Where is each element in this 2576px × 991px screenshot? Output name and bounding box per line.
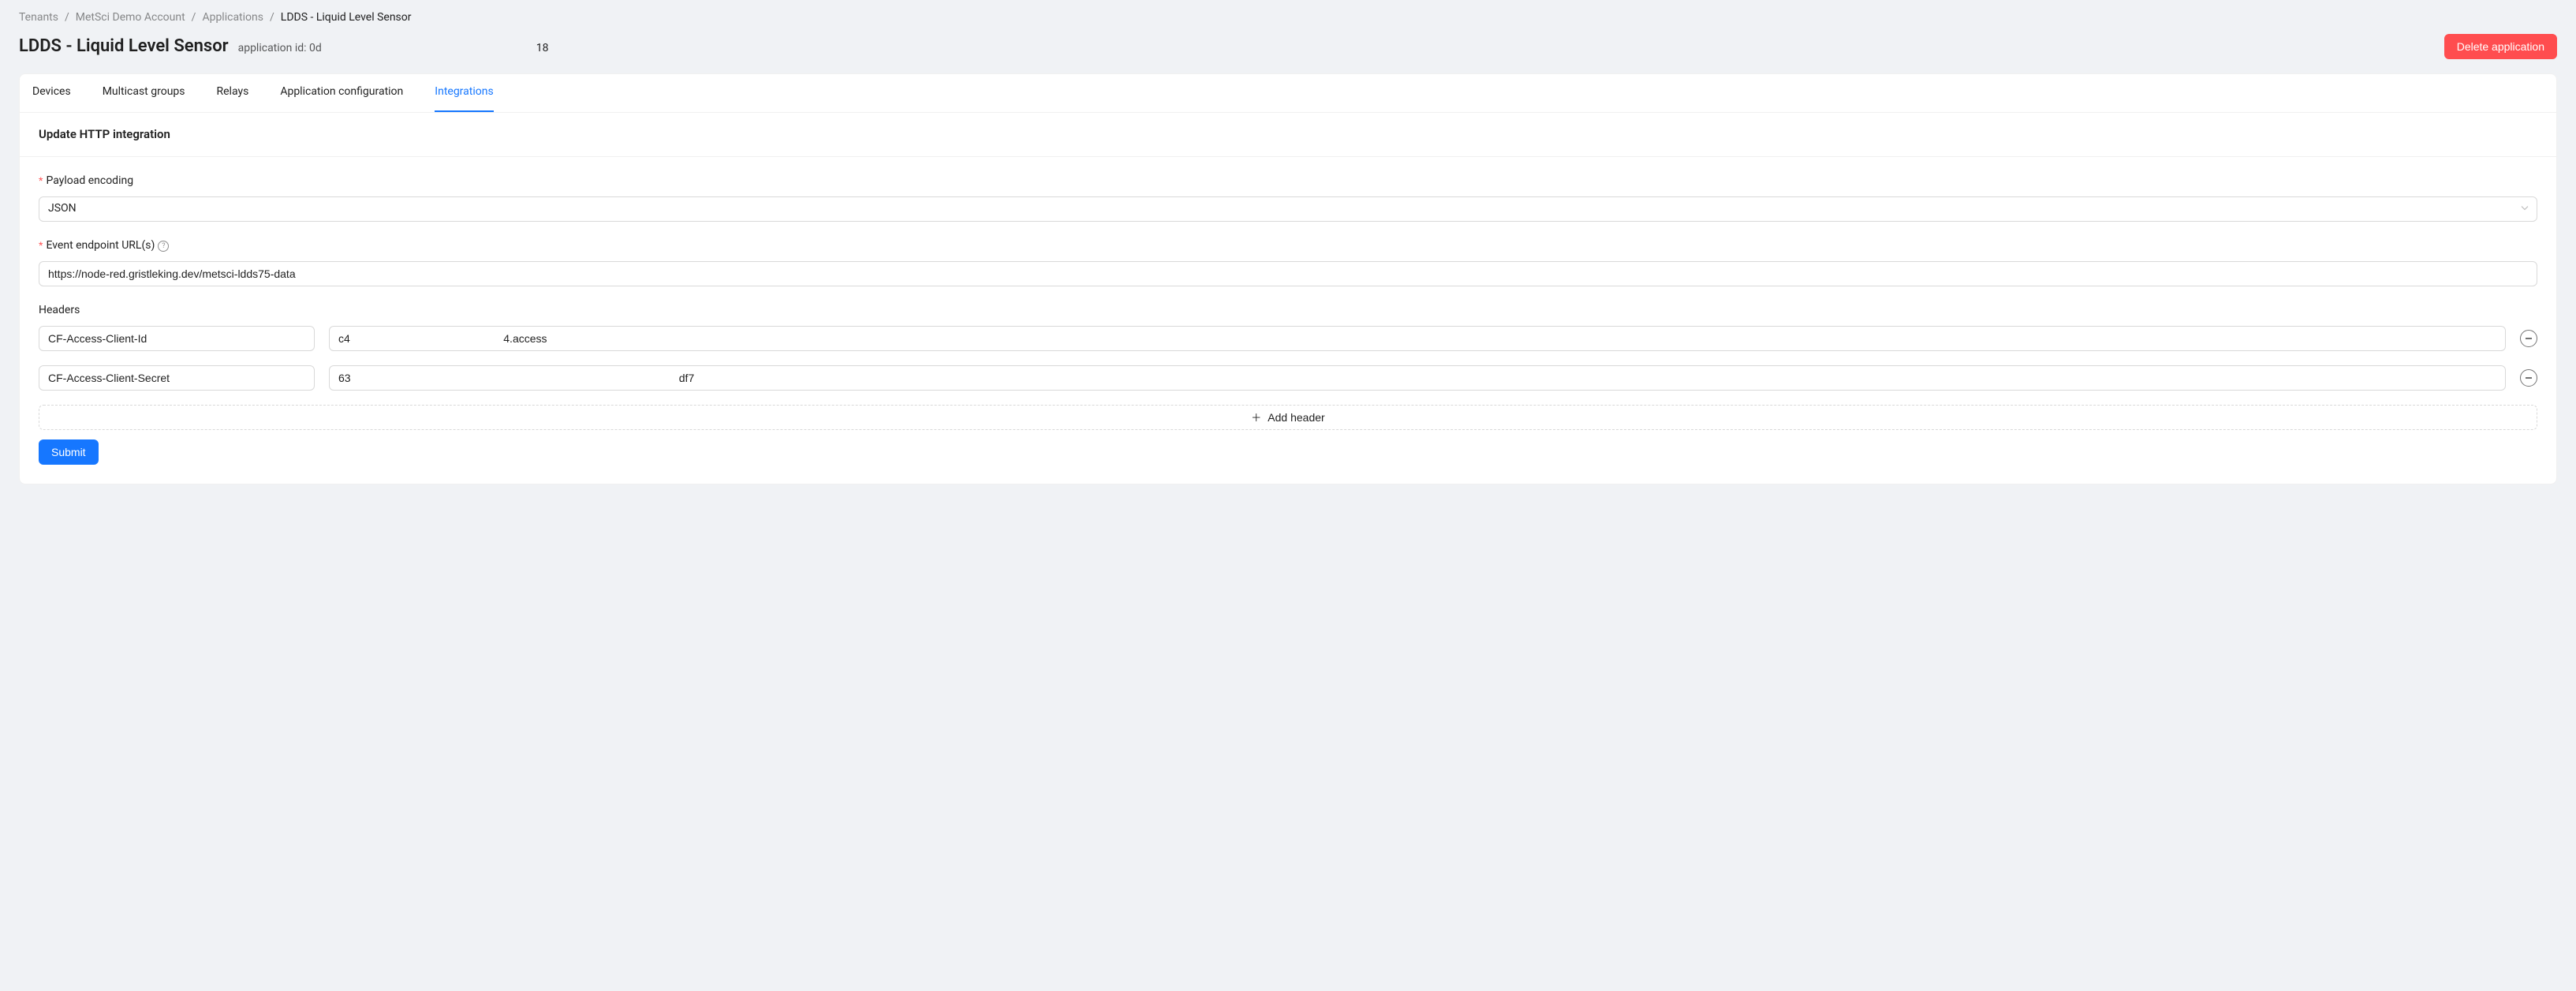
tab-application-configuration[interactable]: Application configuration xyxy=(280,74,403,112)
main-card: Devices Multicast groups Relays Applicat… xyxy=(19,73,2557,485)
required-mark: * xyxy=(39,237,43,255)
breadcrumb-applications[interactable]: Applications xyxy=(202,9,263,27)
breadcrumb-tenants[interactable]: Tenants xyxy=(19,9,58,27)
tab-integrations[interactable]: Integrations xyxy=(435,74,493,112)
header-key-input[interactable] xyxy=(39,326,315,351)
endpoint-url-label: Event endpoint URL(s) xyxy=(46,237,155,255)
submit-button[interactable]: Submit xyxy=(39,439,99,465)
payload-encoding-select[interactable]: JSON xyxy=(39,196,2537,222)
tab-devices[interactable]: Devices xyxy=(32,74,71,112)
headers-label: Headers xyxy=(39,302,80,320)
delete-application-button[interactable]: Delete application xyxy=(2444,34,2557,59)
header-row xyxy=(39,365,2537,391)
header-row xyxy=(39,326,2537,351)
header-key-input[interactable] xyxy=(39,365,315,391)
minus-icon xyxy=(2526,338,2532,339)
section-title: Update HTTP integration xyxy=(20,113,2556,158)
header-value-input[interactable] xyxy=(329,365,2506,391)
breadcrumb-separator: / xyxy=(270,9,274,27)
page-title: LDDS - Liquid Level Sensor xyxy=(19,33,229,61)
page-header: LDDS - Liquid Level Sensor application i… xyxy=(19,33,2557,61)
tab-multicast-groups[interactable]: Multicast groups xyxy=(103,74,185,112)
add-header-button[interactable]: ＋ Add header xyxy=(39,405,2537,430)
help-icon[interactable]: ? xyxy=(158,241,169,252)
breadcrumb: Tenants / MetSci Demo Account / Applicat… xyxy=(19,9,2557,27)
tabs: Devices Multicast groups Relays Applicat… xyxy=(20,74,2556,113)
remove-header-button[interactable] xyxy=(2520,369,2537,387)
required-mark: * xyxy=(39,173,43,190)
payload-encoding-field: * Payload encoding JSON xyxy=(39,173,2537,222)
breadcrumb-separator: / xyxy=(192,9,196,27)
minus-icon xyxy=(2526,377,2532,379)
header-extra-number: 18 xyxy=(536,40,549,58)
tab-relays[interactable]: Relays xyxy=(217,74,249,112)
plus-icon: ＋ xyxy=(1251,413,1261,423)
add-header-label: Add header xyxy=(1267,411,1324,424)
application-id-label: application id: 0d xyxy=(238,40,322,58)
payload-encoding-label: Payload encoding xyxy=(46,173,133,190)
breadcrumb-current: LDDS - Liquid Level Sensor xyxy=(281,9,412,27)
endpoint-url-input[interactable] xyxy=(39,261,2537,286)
breadcrumb-separator: / xyxy=(65,9,69,27)
endpoint-url-field: * Event endpoint URL(s) ? xyxy=(39,237,2537,286)
breadcrumb-tenant-account[interactable]: MetSci Demo Account xyxy=(76,9,185,27)
header-value-input[interactable] xyxy=(329,326,2506,351)
remove-header-button[interactable] xyxy=(2520,330,2537,347)
